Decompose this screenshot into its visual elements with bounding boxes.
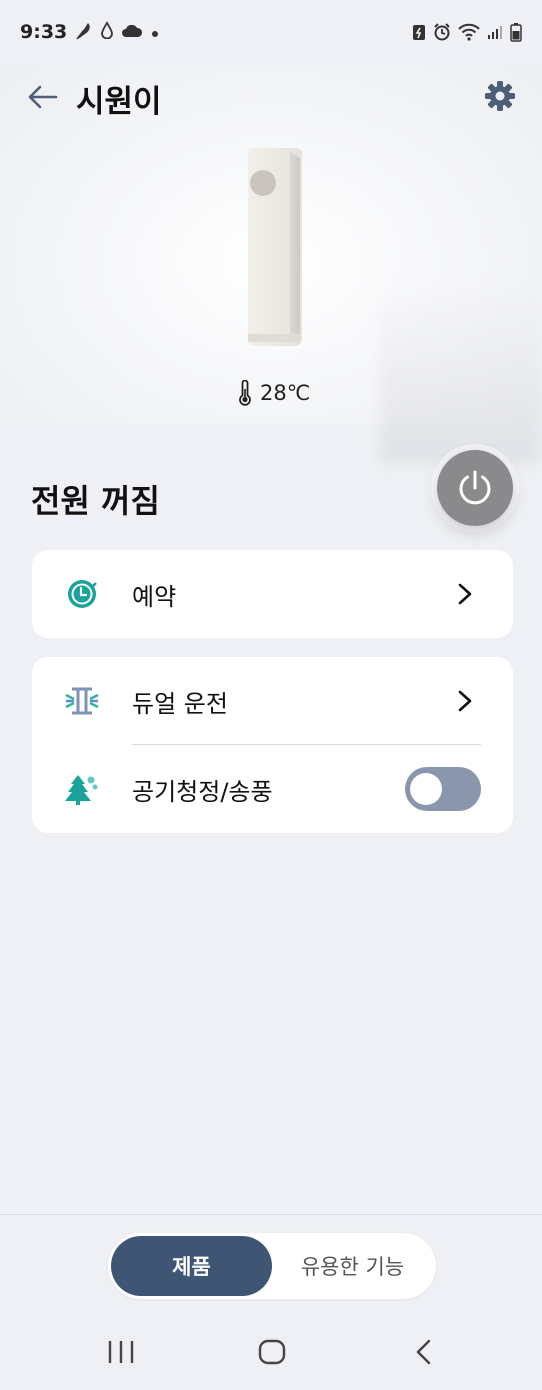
hero-shadow: [380, 284, 540, 464]
arrow-left-icon: [28, 85, 58, 109]
status-right: [412, 22, 522, 42]
home-icon: [258, 1339, 286, 1365]
header: 시원이: [0, 64, 542, 130]
wifi-icon: [458, 23, 480, 41]
bottom-divider: [0, 1214, 542, 1215]
dual-operation-label: 듀얼 운전: [132, 689, 228, 718]
power-button[interactable]: [437, 450, 513, 526]
dual-operation-icon: [64, 683, 100, 719]
home-button[interactable]: [257, 1338, 287, 1370]
signal-icon: [487, 24, 503, 40]
device-image: [246, 148, 302, 346]
battery-saver-icon: [412, 23, 426, 41]
settings-button[interactable]: [482, 78, 518, 114]
nav-back-button[interactable]: [412, 1338, 436, 1370]
schedule-label: 예약: [132, 582, 177, 611]
power-icon: [459, 470, 491, 505]
schedule-row[interactable]: 예약: [32, 550, 513, 638]
clock-icon: [64, 576, 100, 612]
operation-card: 듀얼 운전 공기청정/송풍: [32, 657, 513, 833]
dot-icon: [151, 23, 159, 42]
dual-operation-row[interactable]: 듀얼 운전: [32, 657, 513, 745]
feather-icon: [75, 20, 93, 44]
status-bar: 9:33: [0, 0, 542, 64]
battery-icon: [510, 22, 522, 42]
toggle-knob: [410, 773, 442, 805]
temperature-value: 28℃: [260, 381, 311, 405]
air-purify-row: 공기청정/송풍: [32, 745, 513, 833]
chevron-right-icon: [458, 690, 472, 712]
air-purify-toggle[interactable]: [405, 767, 481, 811]
tab-product[interactable]: 제품: [111, 1236, 272, 1296]
drop-icon: [101, 21, 114, 43]
back-icon: [416, 1339, 431, 1365]
tree-icon: [64, 771, 100, 807]
page-title: 시원이: [76, 84, 162, 120]
bottom-tab-bar: 제품 유용한 기능: [108, 1233, 436, 1299]
chevron-right-icon: [458, 583, 472, 605]
back-button[interactable]: [26, 82, 62, 112]
system-nav-bar: [0, 1316, 542, 1390]
recent-apps-button[interactable]: [106, 1338, 136, 1370]
gear-icon: [485, 81, 515, 111]
recent-apps-icon: [108, 1341, 134, 1363]
power-status: 전원 꺼짐: [31, 482, 160, 520]
temperature-display: 28℃: [238, 380, 310, 406]
air-purify-label: 공기청정/송풍: [132, 777, 273, 806]
status-left: 9:33: [20, 20, 159, 44]
status-time: 9:33: [20, 21, 68, 43]
cloud-icon: [121, 23, 143, 42]
alarm-icon: [433, 23, 451, 41]
tab-useful-features[interactable]: 유용한 기능: [272, 1236, 433, 1296]
thermometer-icon: [239, 380, 251, 406]
schedule-card: 예약: [32, 550, 513, 638]
